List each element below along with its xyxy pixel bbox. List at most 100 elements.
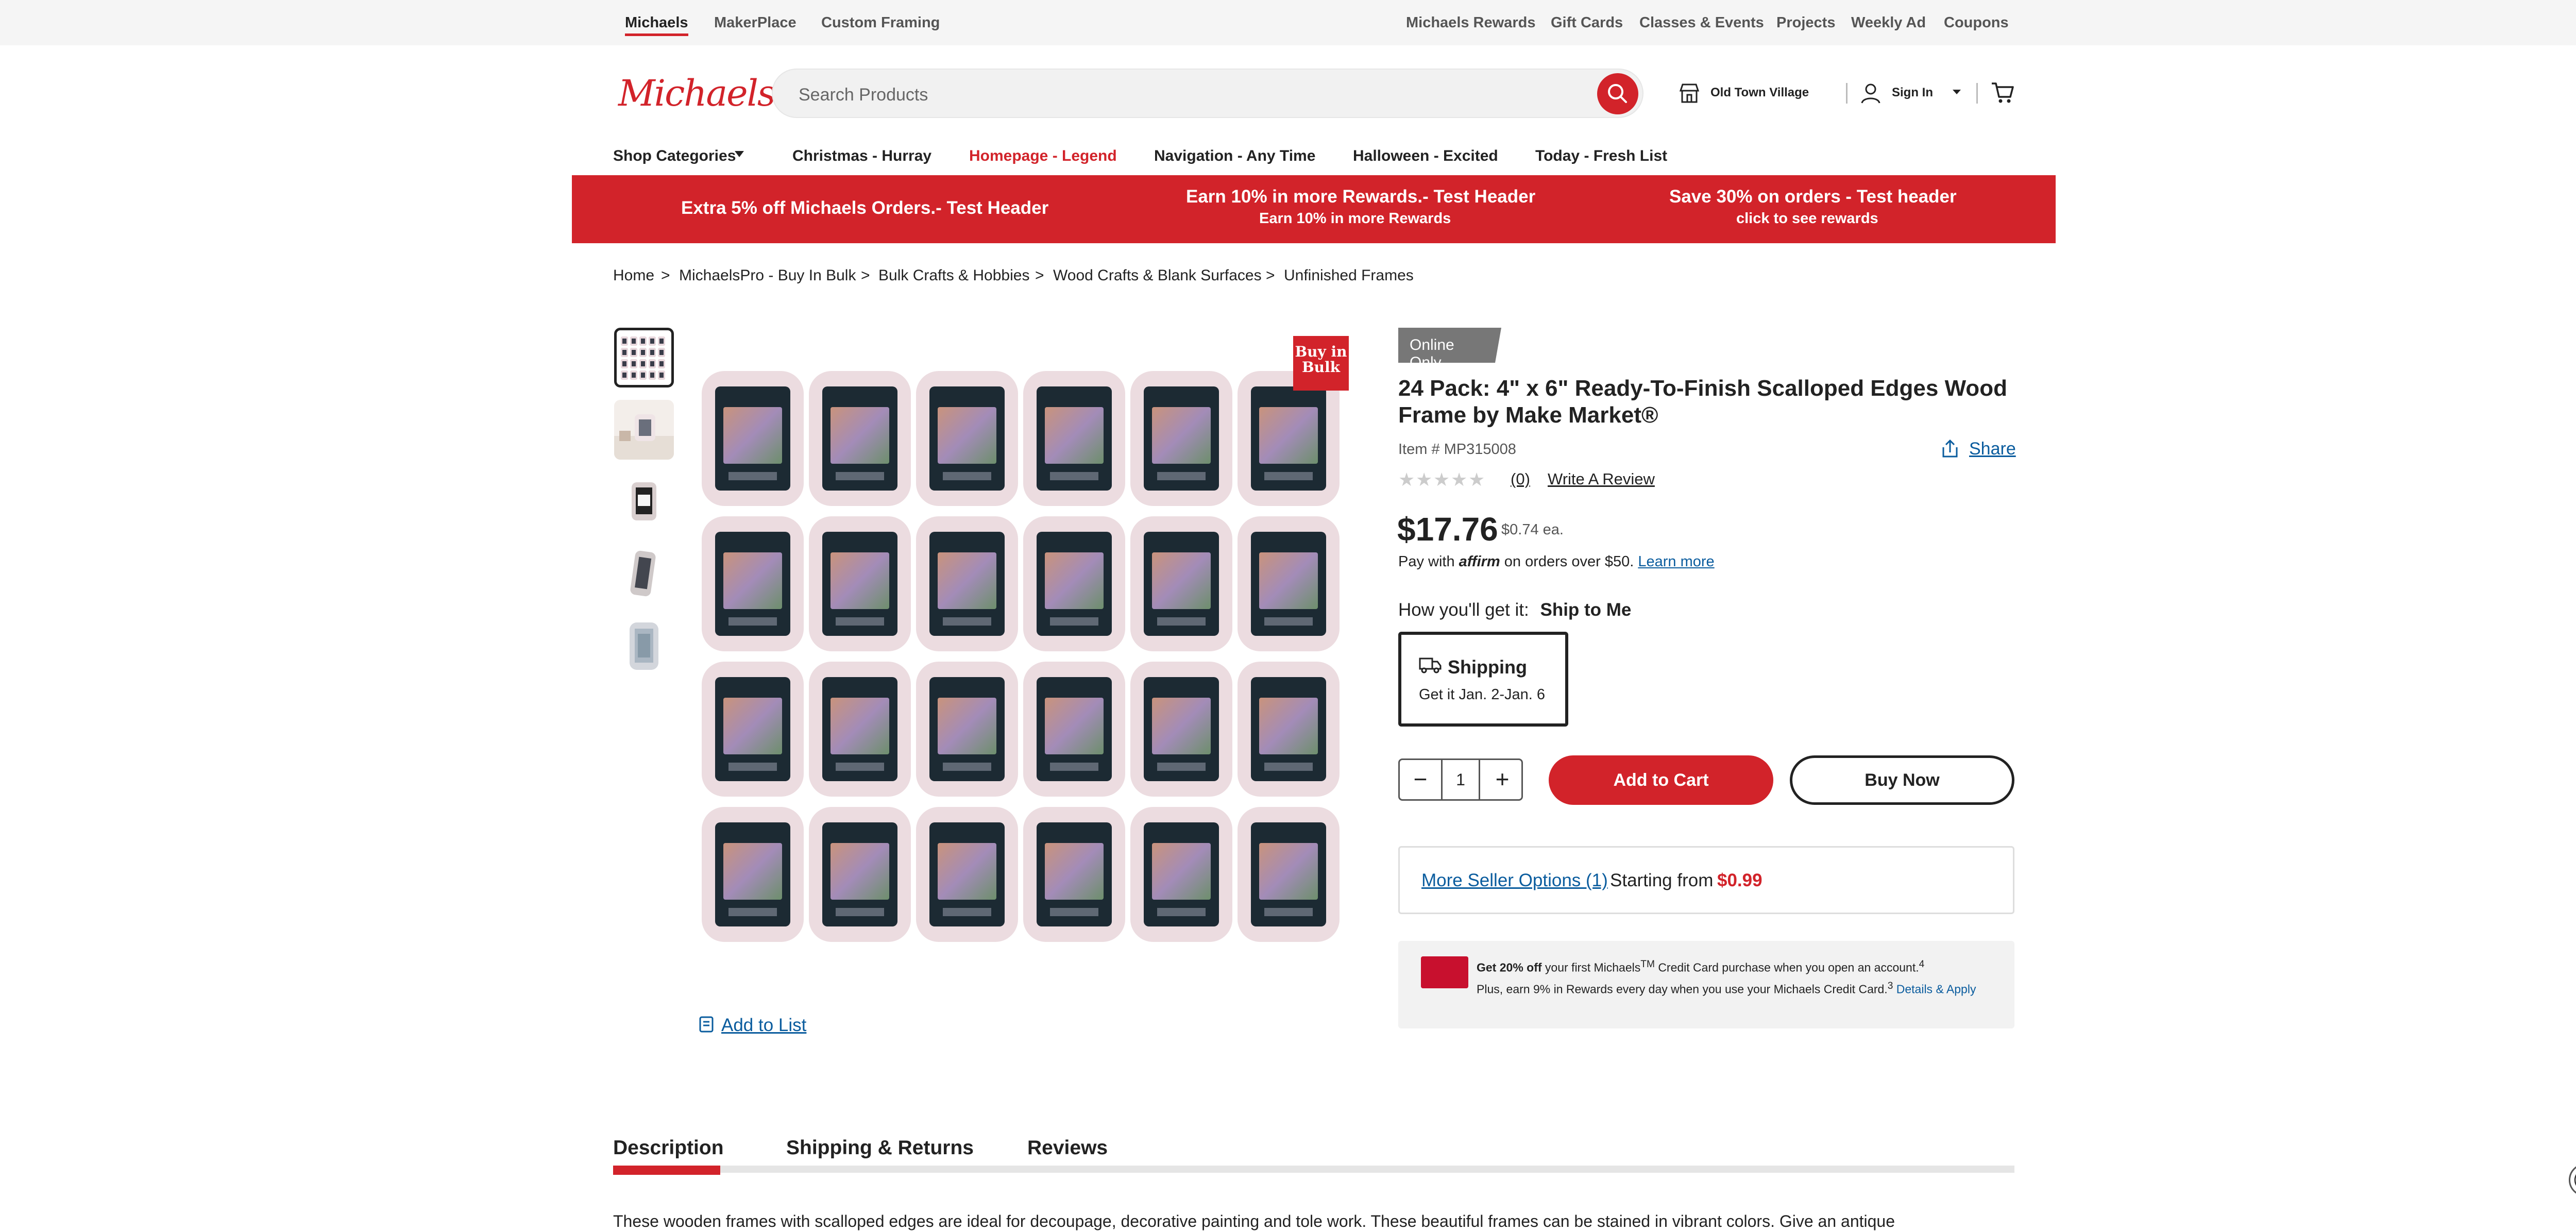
promo-sub-2[interactable]: Earn 10% in more Rewards [1259, 210, 1451, 227]
utility-link-rewards[interactable]: Michaels Rewards [1406, 14, 1535, 31]
frame-image-tile [916, 516, 1018, 651]
quantity-input[interactable]: 1 [1441, 760, 1480, 799]
frame-caption [1264, 617, 1313, 626]
learn-more-link[interactable]: Learn more [1638, 553, 1714, 570]
breadcrumb-unfinished-frames[interactable]: Unfinished Frames [1284, 267, 1414, 284]
add-to-list-button[interactable]: Add to List [699, 1015, 806, 1036]
breadcrumb-home[interactable]: Home [613, 267, 654, 284]
product-main-image[interactable] [702, 371, 1345, 950]
breadcrumb-michaelspro[interactable]: MichaelsPro - Buy In Bulk [679, 267, 856, 284]
credit-card-offer: Get 20% off your first MichaelsTM Credit… [1398, 941, 2014, 1028]
utility-link-classes-events[interactable]: Classes & Events [1639, 14, 1764, 31]
tab-underline-track [613, 1166, 2014, 1173]
online-only-badge: Online Only [1398, 328, 1501, 363]
nav-christmas[interactable]: Christmas - Hurray [792, 147, 931, 165]
store-icon[interactable] [1677, 81, 1701, 105]
affirm-suffix: on orders over $50. [1504, 553, 1634, 570]
promo-banner: Extra 5% off Michaels Orders.- Test Head… [572, 175, 2056, 243]
cart-icon[interactable] [1990, 79, 2015, 105]
breadcrumb-bulk-crafts[interactable]: Bulk Crafts & Hobbies [878, 267, 1029, 284]
frame-photo [1045, 698, 1104, 754]
thumbnail-4[interactable] [614, 544, 674, 604]
thumbnail-2[interactable] [614, 400, 674, 460]
frame-image-tile [1238, 371, 1340, 506]
utility-link-michaels[interactable]: Michaels [625, 14, 688, 36]
frame-image-tile [916, 662, 1018, 797]
chevron-down-icon[interactable] [1952, 89, 1962, 96]
credit-offer-text-3: Plus, earn 9% in Rewards every day when … [1477, 982, 1888, 996]
breadcrumb-wood-crafts[interactable]: Wood Crafts & Blank Surfaces [1053, 267, 1262, 284]
write-review-link[interactable]: Write A Review [1548, 470, 1655, 488]
tab-reviews[interactable]: Reviews [1027, 1137, 1108, 1159]
nav-homepage[interactable]: Homepage - Legend [969, 147, 1117, 165]
nav-halloween[interactable]: Halloween - Excited [1353, 147, 1498, 165]
credit-offer-text: Get 20% off your first MichaelsTM Credit… [1477, 955, 2002, 998]
utility-bar: Michaels MakerPlace Custom Framing Micha… [0, 0, 2576, 45]
sign-in-link[interactable]: Sign In [1892, 86, 1933, 100]
increase-quantity-button[interactable]: + [1482, 760, 1523, 799]
credit-offer-bold: Get 20% off [1477, 960, 1542, 974]
frame-photo [1045, 407, 1104, 464]
frame-photo [831, 407, 889, 464]
utility-link-gift-cards[interactable]: Gift Cards [1551, 14, 1623, 31]
caret-down-icon[interactable] [734, 149, 745, 159]
nav-shop-categories[interactable]: Shop Categories [613, 147, 736, 165]
star-icon: ★ [1416, 469, 1433, 490]
michaels-logo[interactable]: Michaels [618, 72, 776, 114]
frame-photo [831, 843, 889, 900]
share-link[interactable]: Share [1969, 439, 2016, 459]
search-input[interactable]: Search Products [772, 69, 1643, 118]
search-button[interactable] [1597, 73, 1638, 114]
frame-caption [836, 763, 884, 771]
thumbnail-5[interactable] [614, 616, 674, 676]
shipping-option[interactable]: Shipping Get it Jan. 2-Jan. 6 [1398, 632, 1568, 727]
frame-photo [938, 552, 996, 609]
frame-caption [1157, 763, 1206, 771]
frame-caption [1050, 908, 1098, 916]
thumbnail-3[interactable] [614, 472, 674, 532]
more-seller-options-link[interactable]: More Seller Options (1) [1421, 870, 1608, 891]
utility-link-custom-framing[interactable]: Custom Framing [821, 14, 940, 31]
frame-photo [1045, 843, 1104, 900]
promo-sub-3[interactable]: click to see rewards [1736, 210, 1878, 227]
promo-title-1[interactable]: Extra 5% off Michaels Orders.- Test Head… [681, 198, 1048, 218]
nav-today[interactable]: Today - Fresh List [1535, 147, 1667, 165]
frame-photo [723, 843, 782, 900]
tab-shipping-returns[interactable]: Shipping & Returns [786, 1137, 974, 1159]
utility-link-projects[interactable]: Projects [1776, 14, 1835, 31]
frame-photo [1152, 843, 1211, 900]
frame-photo [1259, 407, 1318, 464]
promo-title-2[interactable]: Earn 10% in more Rewards.- Test Header [1186, 187, 1535, 207]
decrease-quantity-button[interactable]: − [1400, 760, 1441, 799]
details-apply-link[interactable]: Details & Apply [1896, 982, 1976, 996]
header-divider [1976, 83, 1978, 104]
seller-starting-text: Starting from [1610, 870, 1714, 890]
utility-link-weekly-ad[interactable]: Weekly Ad [1851, 14, 1926, 31]
utility-link-coupons[interactable]: Coupons [1944, 14, 2009, 31]
frame-caption [836, 472, 884, 480]
frame-caption [1050, 472, 1098, 480]
credit-offer-text-2: Credit Card purchase when you open an ac… [1658, 960, 1919, 974]
star-icon: ★ [1468, 469, 1485, 490]
thumbnail-image [632, 482, 656, 520]
breadcrumb-separator: > [661, 267, 670, 284]
nav-navigation[interactable]: Navigation - Any Time [1154, 147, 1315, 165]
quantity-stepper: − 1 + [1398, 758, 1523, 801]
frame-image-tile [1238, 807, 1340, 942]
frame-photo [723, 698, 782, 754]
frame-photo [1259, 698, 1318, 754]
review-count[interactable]: (0) [1511, 470, 1530, 488]
thumbnail-1[interactable] [614, 328, 674, 387]
add-to-cart-button[interactable]: Add to Cart [1549, 755, 1773, 805]
share-icon[interactable] [1941, 439, 1959, 459]
user-icon[interactable] [1859, 81, 1883, 105]
utility-link-makerplace[interactable]: MakerPlace [714, 14, 796, 31]
tab-description[interactable]: Description [613, 1137, 724, 1159]
frame-image-tile [1023, 807, 1125, 942]
frame-photo [723, 552, 782, 609]
frame-image-tile [1130, 662, 1232, 797]
buy-now-button[interactable]: Buy Now [1790, 755, 2014, 805]
store-name[interactable]: Old Town Village [1710, 86, 1809, 100]
accessibility-button[interactable] [2569, 1163, 2576, 1196]
promo-title-3[interactable]: Save 30% on orders - Test header [1669, 187, 1957, 207]
